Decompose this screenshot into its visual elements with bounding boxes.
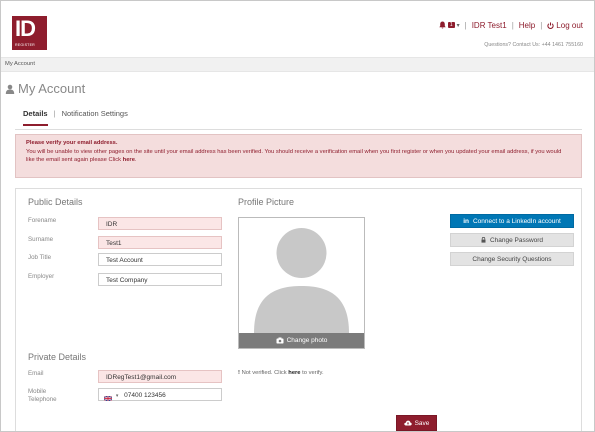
help-link[interactable]: Help — [519, 21, 535, 30]
logout-label: Log out — [556, 20, 583, 30]
profile-picture-heading: Profile Picture — [238, 197, 295, 207]
surname-label: Surname — [28, 236, 54, 243]
chevron-down-icon[interactable]: ▾ — [116, 393, 119, 399]
connect-linkedin-label: Connect to a LinkedIn account — [472, 217, 561, 225]
logo-text: ID — [15, 16, 36, 41]
job-title-label: Job Title — [28, 254, 52, 261]
resend-email-link[interactable]: here — [123, 157, 135, 163]
verify-email-link[interactable]: here — [288, 370, 300, 376]
change-password-label: Change Password — [489, 236, 544, 244]
lock-icon — [481, 237, 486, 243]
linkedin-icon: in — [463, 217, 469, 225]
alert-heading: Please verify your email address. — [26, 140, 118, 146]
forename-field[interactable]: IDR — [98, 217, 222, 230]
user-icon — [5, 84, 15, 94]
app-window: ID REGISTER 1 ▾ | IDR Test1 | Help | Log… — [0, 0, 595, 432]
change-password-button[interactable]: Change Password — [450, 233, 574, 247]
employer-label: Employer — [28, 273, 55, 280]
chevron-down-icon: ▾ — [456, 22, 460, 29]
divider: | — [53, 109, 56, 118]
exclamation-icon: ! — [238, 370, 240, 376]
uk-flag-icon — [103, 393, 113, 402]
notifications-button[interactable]: 1 ▾ — [439, 21, 460, 29]
private-details-heading: Private Details — [28, 352, 87, 362]
bell-icon — [439, 21, 446, 29]
divider: | — [511, 20, 514, 30]
divider: | — [540, 20, 543, 30]
change-security-questions-label: Change Security Questions — [472, 255, 552, 263]
tab-notification-settings[interactable]: Notification Settings — [62, 109, 128, 126]
verify-email-alert: Please verify your email address. You wi… — [15, 134, 582, 178]
logout-link[interactable]: Log out — [547, 21, 583, 30]
tab-underline — [15, 129, 582, 130]
save-label: Save — [414, 419, 430, 427]
mobile-field[interactable]: ▾ 07400 123456 — [98, 388, 222, 402]
email-field[interactable]: IDRegTest1@gmail.com — [98, 370, 222, 383]
top-header: ID REGISTER 1 ▾ | IDR Test1 | Help | Log… — [1, 1, 594, 54]
account-details-panel: Public Details Forename IDR Surname Test… — [15, 188, 582, 431]
id-register-logo[interactable]: ID REGISTER — [12, 16, 47, 50]
employer-field[interactable]: Test Company — [98, 273, 222, 286]
contact-info: Questions? Contact Us: +44 1461 755160 — [484, 42, 583, 48]
breadcrumb-item[interactable]: My Account — [5, 61, 35, 67]
email-verification-status: ! Not verified. Click here to verify. — [238, 370, 324, 376]
alert-body: You will be unable to view other pages o… — [26, 149, 571, 164]
verify-text: Not verified. Click — [241, 370, 289, 376]
public-details-heading: Public Details — [28, 197, 83, 207]
camera-icon — [276, 337, 284, 344]
top-nav: 1 ▾ | IDR Test1 | Help | Log out — [439, 19, 583, 31]
change-security-questions-button[interactable]: Change Security Questions — [450, 252, 574, 266]
alert-body-text: You will be unable to view other pages o… — [26, 149, 562, 163]
job-title-field[interactable]: Test Account — [98, 253, 222, 266]
avatar-placeholder-icon — [254, 228, 349, 333]
save-button[interactable]: Save — [396, 415, 437, 431]
alert-body-end: . — [134, 156, 137, 163]
forename-label: Forename — [28, 217, 57, 224]
mobile-value: 07400 123456 — [124, 392, 166, 399]
tab-bar: Details | Notification Settings — [23, 109, 128, 126]
verify-text-end: to verify. — [300, 370, 324, 376]
notification-count-badge: 1 — [447, 22, 455, 28]
page-title: My Account — [5, 81, 85, 96]
change-photo-label: Change photo — [286, 337, 328, 344]
page-title-text: My Account — [18, 81, 86, 96]
change-photo-button[interactable]: Change photo — [239, 333, 364, 348]
breadcrumb: My Account — [1, 57, 594, 72]
email-label: Email — [28, 370, 44, 377]
connect-linkedin-button[interactable]: in Connect to a LinkedIn account — [450, 214, 574, 228]
power-icon — [547, 21, 554, 29]
cloud-upload-icon — [403, 420, 412, 426]
mobile-label: Mobile Telephone — [28, 388, 57, 403]
surname-field[interactable]: Test1 — [98, 236, 222, 249]
divider: | — [464, 20, 467, 30]
user-name-link[interactable]: IDR Test1 — [472, 21, 507, 30]
profile-picture: Change photo — [238, 217, 365, 349]
logo-subtext: REGISTER — [15, 43, 35, 47]
tab-details[interactable]: Details — [23, 109, 48, 126]
